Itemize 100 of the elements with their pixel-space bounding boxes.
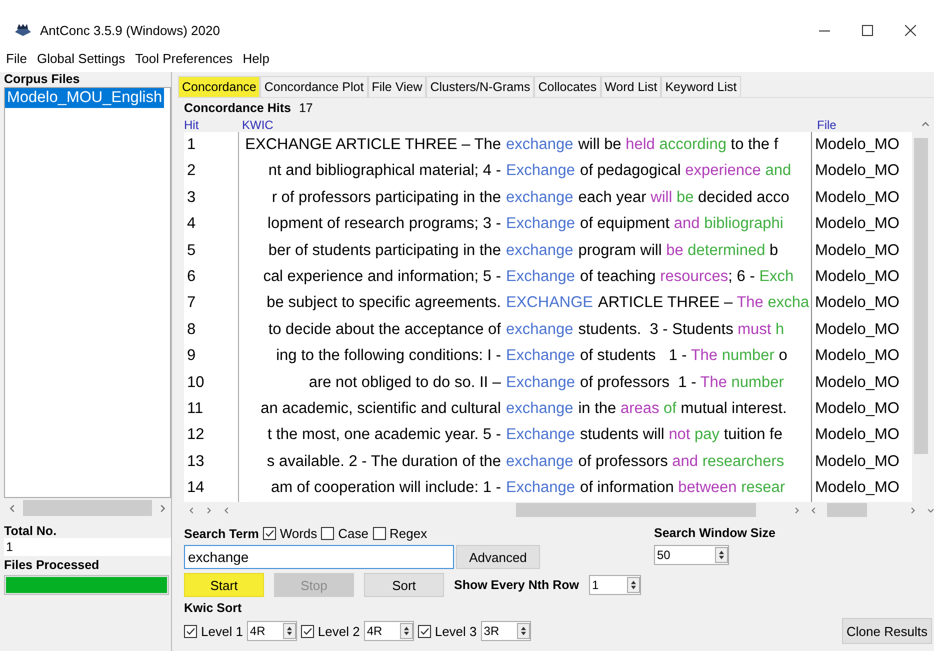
- context-word: The: [736, 294, 764, 312]
- scroll-left-icon[interactable]: [188, 506, 196, 514]
- context-word: according: [658, 136, 726, 153]
- menu-item[interactable]: Global Settings: [36, 50, 126, 66]
- tab[interactable]: Word List: [600, 76, 662, 97]
- context-word: be: [666, 242, 684, 259]
- context-word: not: [668, 426, 690, 444]
- search-term-label: Search Term: [184, 526, 259, 540]
- scroll-left-icon[interactable]: [222, 506, 230, 514]
- checkbox[interactable]: [418, 624, 431, 638]
- spin-arrows-icon[interactable]: [516, 623, 530, 639]
- keyword: exchange: [505, 240, 574, 261]
- column-header[interactable]: File: [817, 118, 836, 132]
- level-spinbox[interactable]: 4R: [364, 621, 414, 641]
- context-word: program will: [578, 242, 663, 259]
- left-context: t the most, one academic year. 5 -: [268, 425, 501, 446]
- scroll-right-icon[interactable]: [909, 506, 917, 514]
- file-name: Modelo_MO: [814, 346, 900, 366]
- spin-arrows-icon[interactable]: [627, 577, 640, 593]
- window-size-label: Search Window Size: [654, 526, 776, 541]
- file-item[interactable]: Modelo_MOU_English: [5, 88, 164, 108]
- menu-item[interactable]: File: [6, 50, 27, 66]
- context-word: mutual interest.: [680, 400, 787, 417]
- menu-item[interactable]: Help: [242, 50, 270, 66]
- spin-arrows-icon[interactable]: [400, 623, 413, 639]
- spin-value: 4R: [366, 624, 384, 638]
- option-label: Regex: [390, 526, 428, 541]
- hit-number: 5: [186, 240, 197, 261]
- menu-item[interactable]: Tool Preferences: [135, 50, 233, 66]
- context-word: of students 1 -: [580, 347, 688, 364]
- scrollbar-thumb[interactable]: [914, 138, 928, 454]
- level-spinbox[interactable]: 4R: [246, 621, 297, 641]
- scrollbar-thumb[interactable]: [827, 503, 868, 517]
- context-word: to the f: [730, 136, 778, 153]
- file-name: Modelo_MO: [814, 398, 900, 419]
- clone-results-button[interactable]: Clone Results: [842, 618, 932, 644]
- keyword: exchange: [505, 398, 574, 419]
- file-name: Modelo_MO: [814, 478, 900, 498]
- column-header[interactable]: Hit: [184, 118, 242, 132]
- column-header[interactable]: KWIC: [242, 118, 817, 132]
- left-context: ber of students participating in the: [268, 240, 501, 261]
- left-context: be subject to specific agreements.: [266, 293, 501, 314]
- left-context: to decide about the acceptance of: [268, 320, 501, 340]
- left-context: an academic, scientific and cultural: [260, 398, 501, 419]
- tab[interactable]: File View: [368, 76, 426, 97]
- spin-arrows-icon[interactable]: [282, 623, 296, 639]
- file-name: Modelo_MO: [814, 161, 900, 182]
- context-word: each year: [578, 188, 648, 206]
- spin-arrows-icon[interactable]: [715, 547, 728, 563]
- keyword: Exchange: [505, 478, 576, 498]
- scroll-left-icon[interactable]: [8, 504, 17, 512]
- file-name: Modelo_MO: [814, 188, 900, 208]
- left-context: EXCHANGE ARTICLE THREE – The: [245, 135, 501, 155]
- context-word: Exch: [759, 268, 794, 285]
- files-processed-label: Files Processed: [4, 558, 100, 572]
- kwic-sort-label: Kwic Sort: [183, 601, 243, 615]
- context-word: b: [768, 242, 778, 259]
- context-word: be: [675, 188, 694, 206]
- spin-value: 3R: [484, 624, 500, 638]
- keyword: Exchange: [505, 346, 576, 366]
- tab[interactable]: Clusters/N-Grams: [426, 76, 534, 97]
- scrollbar-thumb[interactable]: [23, 500, 152, 516]
- checkbox[interactable]: [321, 527, 334, 540]
- keyword: EXCHANGE: [505, 293, 594, 314]
- context-word: and: [672, 452, 698, 470]
- keyword: exchange: [505, 135, 574, 155]
- context-word: held: [626, 136, 655, 153]
- checkbox[interactable]: [300, 624, 314, 638]
- level-spinbox[interactable]: 3R: [480, 621, 531, 641]
- window-size-spinbox[interactable]: 50: [654, 545, 729, 565]
- checkbox[interactable]: [184, 624, 197, 638]
- tab[interactable]: Keyword List: [661, 76, 741, 97]
- action-button[interactable]: Start: [184, 573, 264, 597]
- context-word: resear: [740, 479, 786, 496]
- checkbox[interactable]: [262, 527, 276, 540]
- tab[interactable]: Collocates: [534, 76, 601, 97]
- maximize-icon[interactable]: [862, 24, 873, 36]
- tab[interactable]: Concordance Plot: [260, 76, 368, 97]
- level-label: Level 3: [434, 624, 477, 638]
- scroll-right-icon[interactable]: [792, 506, 800, 514]
- context-word: The: [690, 347, 718, 364]
- scroll-right-icon[interactable]: [158, 504, 167, 512]
- checkbox[interactable]: [372, 527, 386, 540]
- total-label: Total No.: [4, 524, 58, 538]
- close-icon[interactable]: [905, 24, 916, 36]
- action-button[interactable]: Sort: [364, 573, 444, 597]
- keyword: exchange: [505, 320, 574, 340]
- hit-number: 3: [186, 188, 197, 208]
- scrollbar-thumb[interactable]: [516, 503, 756, 517]
- file-name: Modelo_MO: [814, 425, 900, 446]
- file-name: Modelo_MO: [814, 214, 900, 234]
- context-word: number: [730, 374, 784, 391]
- tab[interactable]: Concordance: [178, 76, 260, 97]
- context-word: The: [700, 374, 727, 391]
- advanced-button[interactable]: Advanced: [456, 545, 540, 569]
- scroll-left-icon[interactable]: [810, 506, 818, 514]
- scroll-up-icon[interactable]: [921, 120, 930, 129]
- nth-row-spinbox[interactable]: 1: [589, 575, 642, 595]
- scroll-right-icon[interactable]: [205, 506, 213, 514]
- search-field[interactable]: exchange: [184, 545, 454, 569]
